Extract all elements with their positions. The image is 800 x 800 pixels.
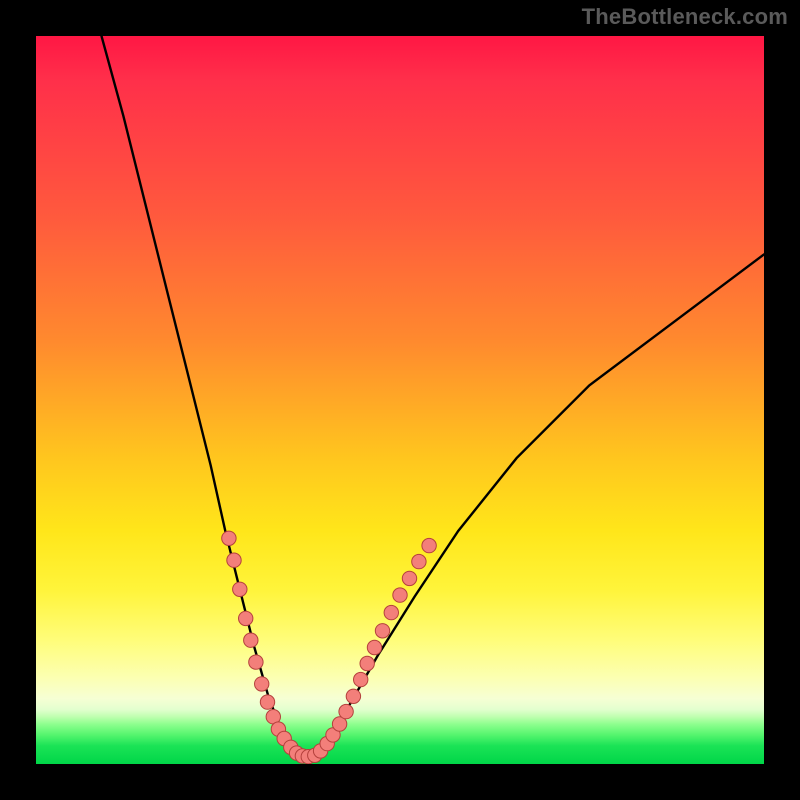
highlight-dot xyxy=(249,655,263,669)
highlight-dot xyxy=(354,672,368,686)
highlight-dot xyxy=(260,695,274,709)
highlight-dot xyxy=(244,633,258,647)
highlight-dot xyxy=(227,553,241,567)
highlight-dot xyxy=(393,588,407,602)
highlight-dot xyxy=(412,554,426,568)
highlight-dot xyxy=(239,611,253,625)
highlight-dot xyxy=(402,571,416,585)
highlight-dot xyxy=(255,677,269,691)
bottleneck-curve-svg xyxy=(36,36,764,764)
bottleneck-curve xyxy=(102,36,765,757)
chart-frame: TheBottleneck.com xyxy=(0,0,800,800)
highlight-dot xyxy=(360,656,374,670)
highlight-dot xyxy=(346,689,360,703)
watermark-text: TheBottleneck.com xyxy=(582,4,788,30)
highlight-dot xyxy=(375,624,389,638)
highlight-dot xyxy=(422,538,436,552)
highlight-dot xyxy=(233,582,247,596)
highlight-dot xyxy=(384,605,398,619)
highlight-dot xyxy=(367,640,381,654)
highlight-dot xyxy=(339,704,353,718)
highlight-dot xyxy=(222,531,236,545)
plot-area xyxy=(36,36,764,764)
